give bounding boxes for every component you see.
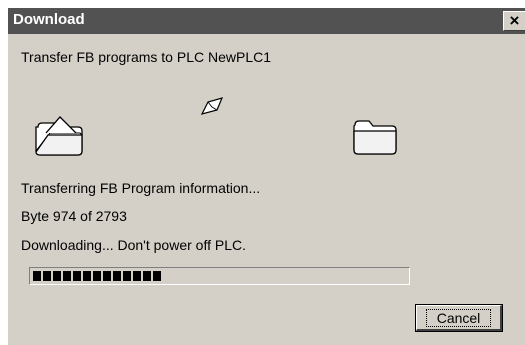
progress-block <box>73 271 81 281</box>
progress-block <box>113 271 121 281</box>
progress-block <box>153 271 161 281</box>
power-warning-text: Downloading... Don't power off PLC. <box>21 237 246 253</box>
progress-block <box>33 271 41 281</box>
progress-block <box>53 271 61 281</box>
progress-bar <box>29 267 410 285</box>
progress-block <box>133 271 141 281</box>
progress-fill <box>33 271 161 281</box>
title-bar[interactable]: Download × <box>8 8 525 34</box>
folder-icon <box>351 114 399 161</box>
transfer-step-text: Transferring FB Program information... <box>21 180 261 196</box>
progress-block <box>63 271 71 281</box>
progress-block <box>123 271 131 281</box>
download-dialog: Download × Transfer FB programs to PLC N… <box>8 8 525 345</box>
folder-open-icon <box>32 111 86 162</box>
progress-block <box>83 271 91 281</box>
window-title: Download <box>13 11 85 28</box>
byte-counter-text: Byte 974 of 2793 <box>21 208 127 224</box>
cancel-button[interactable]: Cancel <box>415 304 503 332</box>
progress-block <box>93 271 101 281</box>
progress-block <box>143 271 151 281</box>
close-button[interactable]: × <box>503 11 525 31</box>
progress-block <box>43 271 51 281</box>
progress-block <box>103 271 111 281</box>
cancel-button-label: Cancel <box>425 308 492 327</box>
paper-icon <box>200 96 226 123</box>
transfer-description: Transfer FB programs to PLC NewPLC1 <box>21 49 272 65</box>
